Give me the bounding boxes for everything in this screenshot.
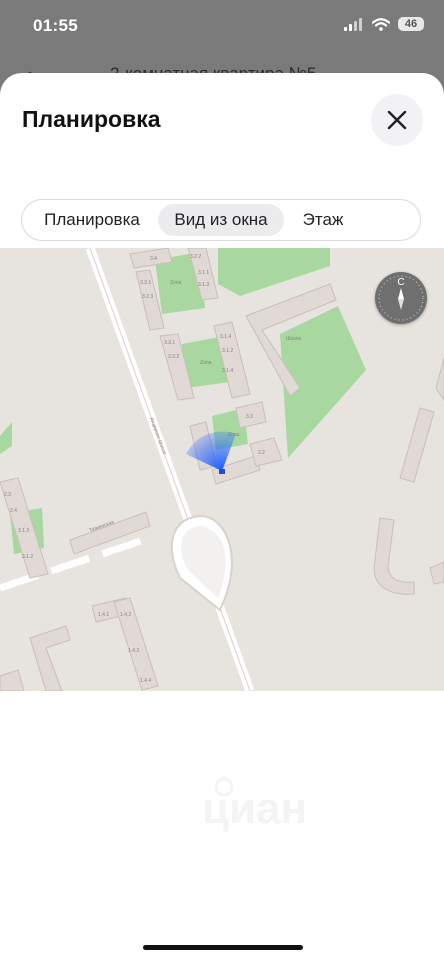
house-number: 1.4.3 — [128, 648, 139, 654]
battery-indicator: 46 — [398, 17, 424, 31]
building — [429, 561, 444, 585]
cian-logo-icon: циан — [202, 777, 307, 833]
house-number: 1.4.2 — [120, 612, 131, 618]
house-number: 3.2.3 — [142, 294, 153, 300]
house-number: 3.1.2 — [222, 348, 233, 354]
close-button[interactable] — [371, 94, 423, 146]
house-number: 2.3 — [4, 492, 11, 498]
building — [29, 625, 71, 691]
house-number: 3.2.2 — [190, 254, 201, 260]
view-tabs: Планировка Вид из окна Этаж — [21, 199, 421, 241]
building — [0, 669, 25, 691]
building — [373, 517, 415, 595]
house-number: 2.2 — [258, 450, 265, 456]
layout-sheet: Планировка Планировка Вид из окна Этаж 3… — [0, 73, 444, 960]
house-number: 3.2.1 — [140, 280, 151, 286]
house-number: 3.1.1 — [198, 270, 209, 276]
house-number: 3.3 — [246, 414, 253, 420]
building-label: Zona — [200, 360, 212, 366]
house-number: 3.1.2 — [22, 554, 33, 560]
house-number: 3.4 — [150, 256, 157, 262]
house-number: 3.1.4 — [220, 334, 231, 340]
tab-window-view[interactable]: Вид из окна — [158, 204, 284, 236]
sheet-title: Планировка — [22, 106, 161, 132]
building — [249, 437, 283, 467]
house-number: 3.3.1 — [164, 340, 175, 346]
house-number: 3.3.2 — [168, 354, 179, 360]
cian-watermark: циан — [198, 773, 398, 838]
house-number: 2.4 — [10, 508, 17, 514]
svg-text:циан: циан — [202, 784, 307, 833]
status-icons: 46 — [344, 17, 424, 31]
house-number: 1.4.1 — [98, 612, 109, 618]
park-area — [218, 248, 330, 296]
home-indicator — [143, 945, 303, 950]
compass-icon: С — [378, 275, 424, 321]
building-label: Zona — [170, 280, 182, 286]
tab-floor[interactable]: Этаж — [290, 204, 356, 236]
building-label: Школа — [286, 336, 301, 342]
location-marker — [219, 469, 225, 474]
house-number: 3.1.4 — [222, 368, 233, 374]
wifi-icon — [372, 17, 390, 31]
house-number: 3.1.3 — [18, 528, 29, 534]
compass-button[interactable]: С — [375, 272, 427, 324]
tab-layout[interactable]: Планировка — [32, 204, 152, 236]
building — [435, 357, 444, 401]
svg-text:С: С — [397, 277, 404, 288]
status-time: 01:55 — [33, 16, 78, 35]
house-number: 1.4.4 — [140, 678, 151, 684]
building — [399, 407, 435, 483]
signal-icon — [344, 17, 362, 31]
house-number: 3.1.3 — [198, 282, 209, 288]
park-area — [0, 422, 12, 454]
close-icon — [387, 110, 407, 130]
status-bar: 01:55 46 — [0, 0, 444, 52]
window-view-map[interactable]: 3.4 3.2.2 3.1.1 3.1.3 3.2.1 3.2.3 3.3.1 … — [0, 248, 444, 691]
